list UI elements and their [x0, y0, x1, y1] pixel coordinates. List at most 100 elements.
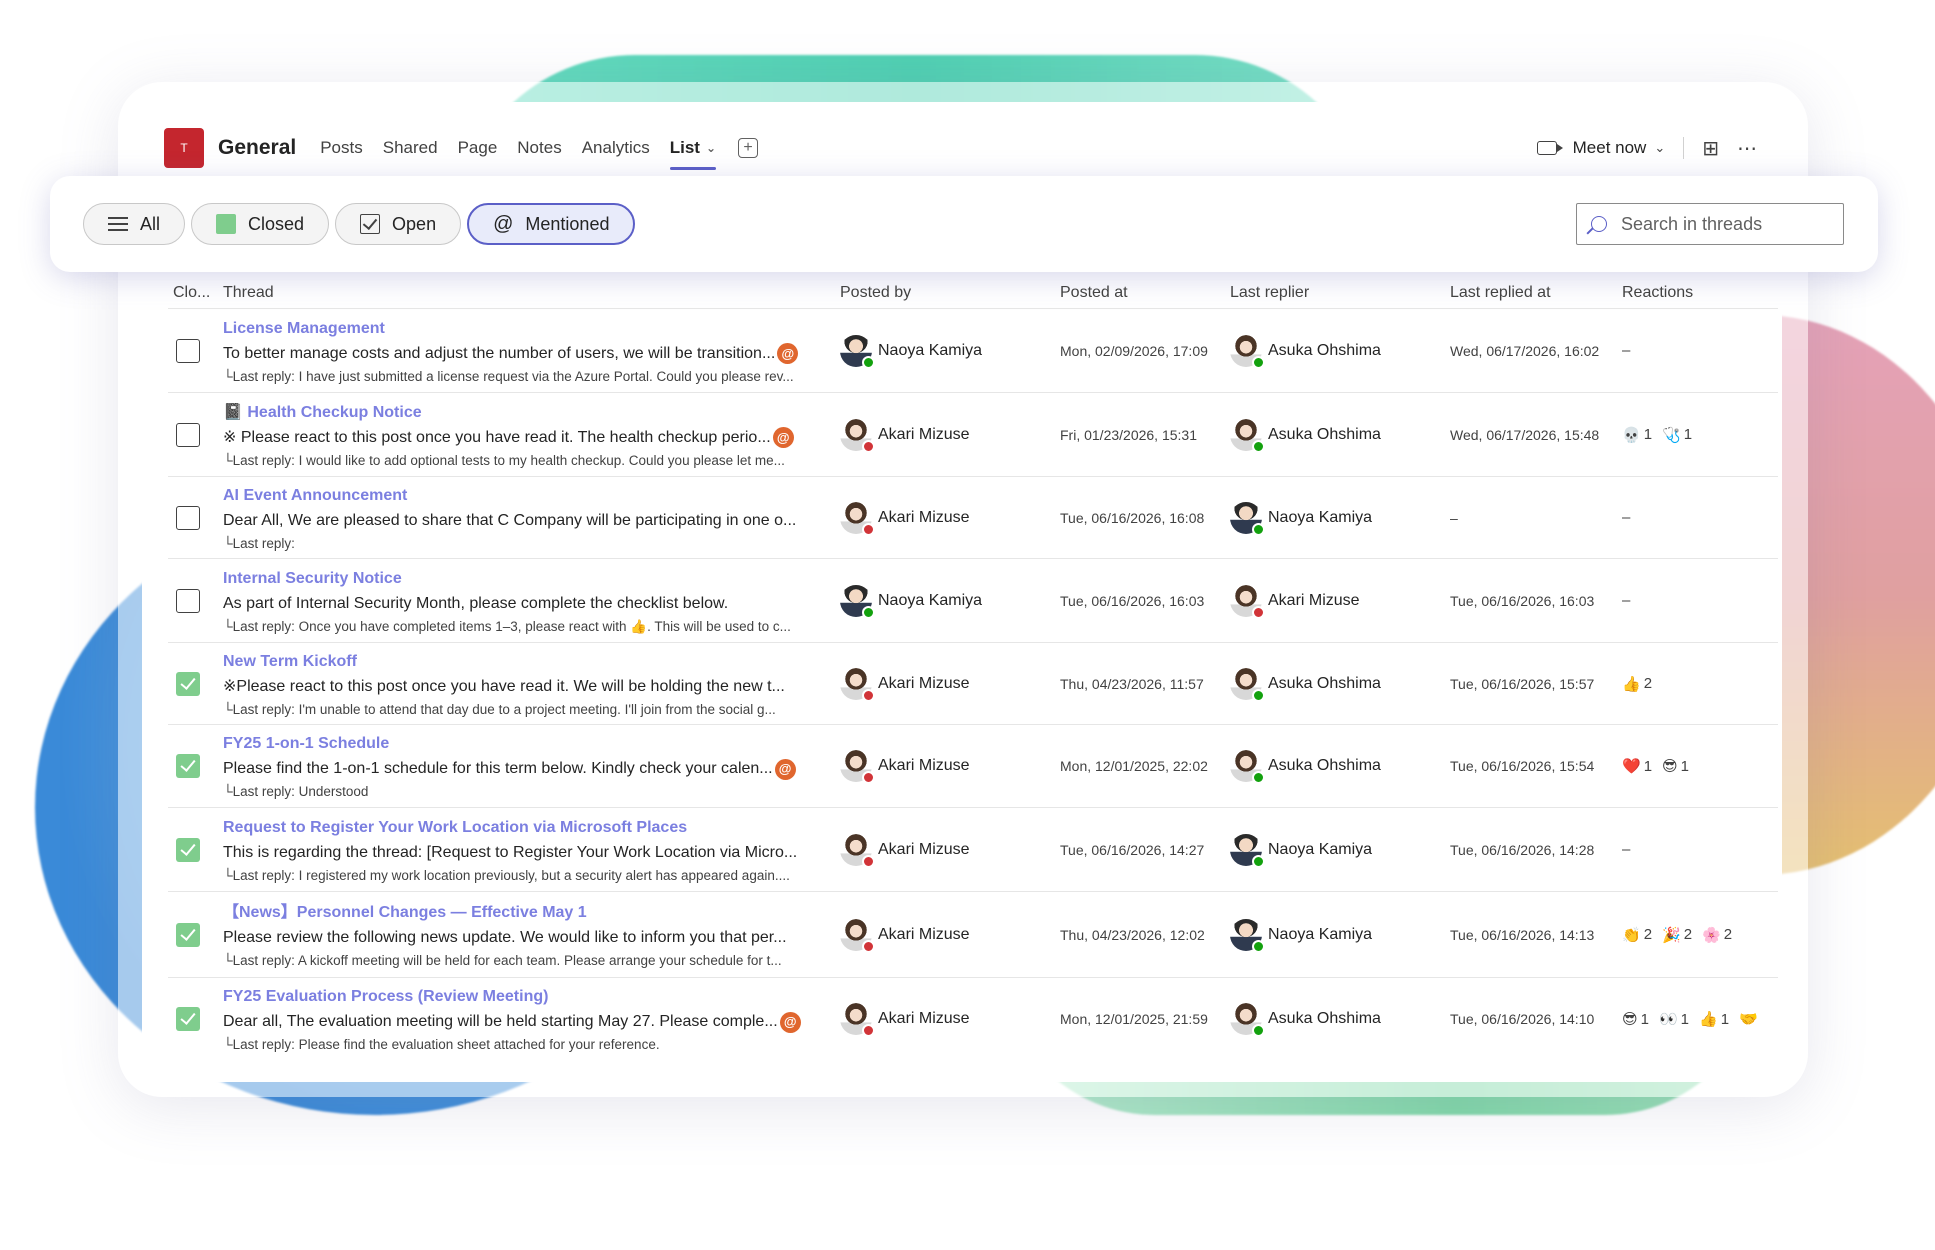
- last-replier-cell[interactable]: Naoya Kamiya: [1230, 892, 1450, 977]
- last-replier-cell[interactable]: Asuka Ohshima: [1230, 393, 1450, 476]
- posted-by-cell[interactable]: Akari Mizuse: [840, 643, 1060, 724]
- closed-checkbox[interactable]: [176, 671, 200, 696]
- thread-title-link[interactable]: License Management: [223, 317, 840, 341]
- reaction-chip[interactable]: –: [1622, 509, 1633, 526]
- tab-analytics[interactable]: Analytics: [582, 118, 650, 178]
- reaction-chip[interactable]: 👏 2: [1622, 926, 1652, 944]
- reaction-chip[interactable]: –: [1622, 342, 1633, 359]
- col-posted-by[interactable]: Posted by: [840, 284, 1060, 302]
- last-replier-cell[interactable]: Asuka Ohshima: [1230, 978, 1450, 1060]
- reaction-count: 1: [1720, 1010, 1730, 1028]
- posted-by-cell[interactable]: Akari Mizuse: [840, 892, 1060, 977]
- closed-checkbox[interactable]: [176, 422, 200, 447]
- filter-all-button[interactable]: All: [83, 203, 186, 245]
- thread-title-link[interactable]: Internal Security Notice: [223, 567, 840, 591]
- meet-now-button[interactable]: Meet now ⌄: [1536, 138, 1665, 158]
- thread-title-link[interactable]: AI Event Announcement: [223, 484, 840, 508]
- table-row[interactable]: 【News】Personnel Changes — Effective May …: [168, 891, 1778, 977]
- thread-title-link[interactable]: FY25 Evaluation Process (Review Meeting): [223, 985, 840, 1009]
- table-row[interactable]: 📓 Health Checkup Notice ※ Please react to…: [168, 392, 1778, 476]
- presence-icon: [862, 522, 875, 536]
- table-header: Clo... Thread Posted by Posted at Last r…: [168, 278, 1778, 308]
- posted-at: Mon, 12/01/2025, 21:59: [1060, 1011, 1208, 1027]
- reaction-count: 1: [1680, 757, 1690, 775]
- tab-page[interactable]: Page: [458, 118, 498, 178]
- closed-checkbox[interactable]: [176, 1007, 200, 1031]
- posted-by-cell[interactable]: Naoya Kamiya: [840, 559, 1060, 642]
- reaction-emoji: 💀: [1622, 426, 1641, 444]
- closed-checkbox[interactable]: [176, 837, 200, 862]
- col-posted-at[interactable]: Posted at: [1060, 284, 1230, 302]
- chevron-down-icon[interactable]: ⌄: [1654, 140, 1665, 156]
- col-last-replier[interactable]: Last replier: [1230, 284, 1450, 302]
- thread-title-link[interactable]: FY25 1-on-1 Schedule: [223, 732, 840, 756]
- table-row[interactable]: FY25 Evaluation Process (Review Meeting)…: [168, 977, 1778, 1060]
- col-last-replied-at[interactable]: Last replied at: [1450, 284, 1622, 302]
- thread-cell: Request to Register Your Work Location v…: [223, 808, 840, 891]
- avatar: [1230, 918, 1265, 953]
- reaction-chip[interactable]: ❤️ 1: [1622, 757, 1652, 776]
- reaction-chip[interactable]: 💀 1: [1622, 426, 1652, 444]
- tab-shared[interactable]: Shared: [383, 118, 438, 178]
- reaction-chip[interactable]: 🤝: [1739, 1010, 1761, 1028]
- col-reactions[interactable]: Reactions: [1622, 284, 1778, 302]
- reaction-chip[interactable]: 😎 1: [1622, 1010, 1649, 1029]
- thread-title-link[interactable]: 【News】Personnel Changes — Effective May …: [223, 901, 840, 925]
- table-row[interactable]: FY25 1-on-1 Schedule Please find the 1-on…: [168, 724, 1778, 807]
- closed-checkbox[interactable]: [176, 588, 200, 613]
- posted-by-cell[interactable]: Akari Mizuse: [840, 808, 1060, 891]
- closed-checkbox[interactable]: [176, 505, 200, 530]
- posted-by-cell[interactable]: Akari Mizuse: [840, 393, 1060, 476]
- reaction-chip[interactable]: 😎 1: [1662, 757, 1690, 776]
- search-input[interactable]: Search in threads: [1576, 203, 1844, 245]
- tab-list[interactable]: List ⌄: [669, 118, 717, 178]
- last-replier-name: Naoya Kamiya: [1268, 925, 1373, 943]
- reaction-chip[interactable]: –: [1622, 592, 1633, 609]
- posted-by-cell[interactable]: Akari Mizuse: [840, 725, 1060, 807]
- team-avatar[interactable]: T: [164, 128, 204, 168]
- table-row[interactable]: AI Event Announcement Dear All, We are pl…: [168, 476, 1778, 558]
- last-replier-cell[interactable]: Asuka Ohshima: [1230, 643, 1450, 724]
- more-icon[interactable]: ⋯: [1737, 136, 1758, 161]
- thread-title-link[interactable]: New Term Kickoff: [223, 650, 840, 674]
- reaction-chip[interactable]: 👍 2: [1622, 675, 1652, 693]
- reaction-chip[interactable]: 🎉 2: [1662, 926, 1692, 944]
- closed-checkbox[interactable]: [176, 338, 200, 363]
- reaction-chip[interactable]: 🩺 1: [1662, 426, 1692, 444]
- last-replier-cell[interactable]: Asuka Ohshima: [1230, 725, 1450, 807]
- reaction-count: 2: [1683, 926, 1693, 943]
- table-row[interactable]: Internal Security Notice As part of Inter…: [168, 558, 1778, 642]
- thread-title-link[interactable]: Request to Register Your Work Location v…: [223, 816, 840, 840]
- filter-all-label: All: [140, 213, 161, 234]
- last-replier-cell[interactable]: Asuka Ohshima: [1230, 309, 1450, 392]
- posted-by-cell[interactable]: Akari Mizuse: [840, 477, 1060, 558]
- mention-icon: @: [779, 1011, 801, 1033]
- filter-closed-button[interactable]: Closed: [191, 203, 330, 245]
- reaction-chip[interactable]: 👀 1: [1659, 1010, 1689, 1029]
- filter-open-button[interactable]: Open: [335, 203, 462, 245]
- thread-title-link[interactable]: 📓 Health Checkup Notice: [223, 401, 840, 425]
- closed-checkbox[interactable]: [176, 754, 200, 778]
- reaction-chip[interactable]: 👍 1: [1699, 1010, 1730, 1029]
- apps-icon[interactable]: ⊞: [1702, 136, 1719, 161]
- col-closed[interactable]: Clo...: [168, 284, 223, 302]
- tab-posts[interactable]: Posts: [320, 118, 363, 178]
- posted-by-cell[interactable]: Akari Mizuse: [840, 978, 1060, 1060]
- add-tab-icon[interactable]: +: [738, 138, 759, 158]
- table-row[interactable]: License Management To better manage costs…: [168, 308, 1778, 392]
- col-thread[interactable]: Thread: [223, 284, 840, 302]
- posted-at: Tue, 06/16/2026, 16:08: [1060, 509, 1205, 526]
- reaction-chip[interactable]: –: [1622, 841, 1633, 858]
- thread-body: ※Please react to this post once you have…: [223, 674, 840, 700]
- table-row[interactable]: New Term Kickoff ※Please react to this po…: [168, 642, 1778, 724]
- reaction-chip[interactable]: 🌸 2: [1702, 926, 1732, 944]
- closed-checkbox[interactable]: [176, 922, 200, 947]
- tab-notes[interactable]: Notes: [517, 118, 561, 178]
- last-replier-cell[interactable]: Naoya Kamiya: [1230, 477, 1450, 558]
- closed-check-icon: [216, 214, 237, 234]
- last-replier-cell[interactable]: Naoya Kamiya: [1230, 808, 1450, 891]
- posted-by-cell[interactable]: Naoya Kamiya: [840, 309, 1060, 392]
- last-replier-cell[interactable]: Akari Mizuse: [1230, 559, 1450, 642]
- table-row[interactable]: Request to Register Your Work Location v…: [168, 807, 1778, 891]
- filter-mentioned-button[interactable]: @ Mentioned: [467, 203, 636, 245]
